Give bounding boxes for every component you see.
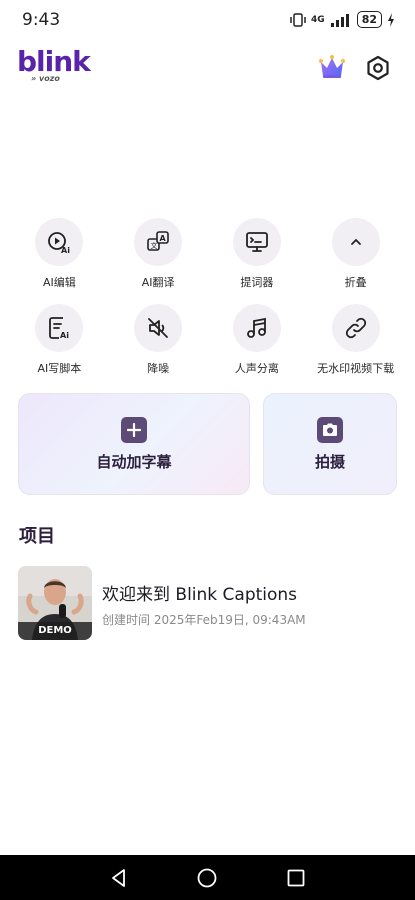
tool-icon-wrap: Ai <box>35 218 84 266</box>
tool-label: AI翻译 <box>141 276 175 289</box>
battery-level: 82 <box>356 11 382 28</box>
status-bar: 9:43 4G 82 <box>0 0 415 40</box>
svg-text:文: 文 <box>151 241 158 250</box>
tool-ai-translate[interactable]: A文 AI翻译 <box>109 218 208 290</box>
tool-label: 无水印视频下载 <box>317 362 395 375</box>
charging-icon <box>388 12 394 27</box>
back-icon[interactable] <box>108 867 130 889</box>
svg-text:Ai: Ai <box>60 331 69 340</box>
tool-icon-wrap <box>232 304 281 352</box>
link-icon <box>345 317 366 339</box>
status-time: 9:43 <box>22 10 61 30</box>
tool-teleprompter[interactable]: 提词器 <box>208 218 307 290</box>
project-created-time: 创建时间 2025年Feb19日, 09:43AM <box>102 613 306 627</box>
teleprompter-icon <box>245 232 268 252</box>
tool-icon-wrap <box>331 304 380 352</box>
tool-icon-wrap <box>331 218 380 266</box>
tool-label: 人声分离 <box>234 362 279 375</box>
camera-icon <box>317 416 343 443</box>
gear-icon[interactable] <box>364 54 392 82</box>
ai-script-icon: Ai <box>49 317 70 340</box>
logo-subtitle-text: vozo <box>38 74 60 83</box>
tool-ai-script[interactable]: Ai AI写脚本 <box>10 304 109 376</box>
music-note-icon <box>246 317 266 338</box>
tool-label: 折叠 <box>344 276 367 289</box>
tool-icon-wrap <box>232 218 281 266</box>
home-icon[interactable] <box>196 867 218 889</box>
tool-label: AI编辑 <box>42 276 76 289</box>
app-header: blink » vozo <box>0 40 415 100</box>
tool-ai-edit[interactable]: Ai AI编辑 <box>10 218 109 290</box>
shoot-label: 拍摄 <box>314 452 345 471</box>
tool-icon-wrap: A文 <box>134 218 183 266</box>
mute-icon <box>148 318 169 338</box>
svg-text:Ai: Ai <box>61 246 70 254</box>
tool-label: AI写脚本 <box>37 362 82 375</box>
recents-icon[interactable] <box>285 867 307 889</box>
tool-grid: Ai AI编辑 A文 AI翻译 提词器 折叠 Ai AI写脚本 降噪 人声分离 … <box>10 218 405 376</box>
tool-collapse[interactable]: 折叠 <box>306 218 405 290</box>
chevron-up-icon <box>350 238 361 245</box>
tool-denoise[interactable]: 降噪 <box>109 304 208 376</box>
project-item[interactable]: DEMO 欢迎来到 Blink Captions 创建时间 2025年Feb19… <box>18 566 398 642</box>
logo-wordmark: blink <box>17 45 91 78</box>
translate-icon: A文 <box>147 231 169 251</box>
signal-icon <box>330 13 349 27</box>
crown-icon[interactable] <box>318 54 346 80</box>
tool-video-download[interactable]: 无水印视频下载 <box>306 304 405 376</box>
auto-captions-card[interactable]: 自动加字幕 <box>18 393 250 495</box>
tool-icon-wrap: Ai <box>35 304 84 352</box>
ai-edit-icon: Ai <box>48 232 71 254</box>
project-title: 欢迎来到 Blink Captions <box>102 585 298 605</box>
app-logo: blink » vozo <box>17 45 91 84</box>
tool-icon-wrap <box>134 304 183 352</box>
plus-icon <box>121 416 147 443</box>
svg-text:A: A <box>160 234 167 243</box>
projects-title: 项目 <box>19 526 55 547</box>
tool-label: 提词器 <box>240 276 274 289</box>
network-type: 4G <box>311 14 325 25</box>
status-icons: 4G 82 <box>290 11 395 28</box>
system-nav-bar <box>0 855 415 900</box>
auto-captions-label: 自动加字幕 <box>96 452 172 471</box>
tool-vocal-separation[interactable]: 人声分离 <box>208 304 307 376</box>
tool-label: 降噪 <box>147 362 170 375</box>
project-thumbnail: DEMO <box>18 566 92 640</box>
vibrate-icon <box>290 12 306 27</box>
demo-badge: DEMO <box>18 622 92 640</box>
shoot-card[interactable]: 拍摄 <box>263 393 397 495</box>
